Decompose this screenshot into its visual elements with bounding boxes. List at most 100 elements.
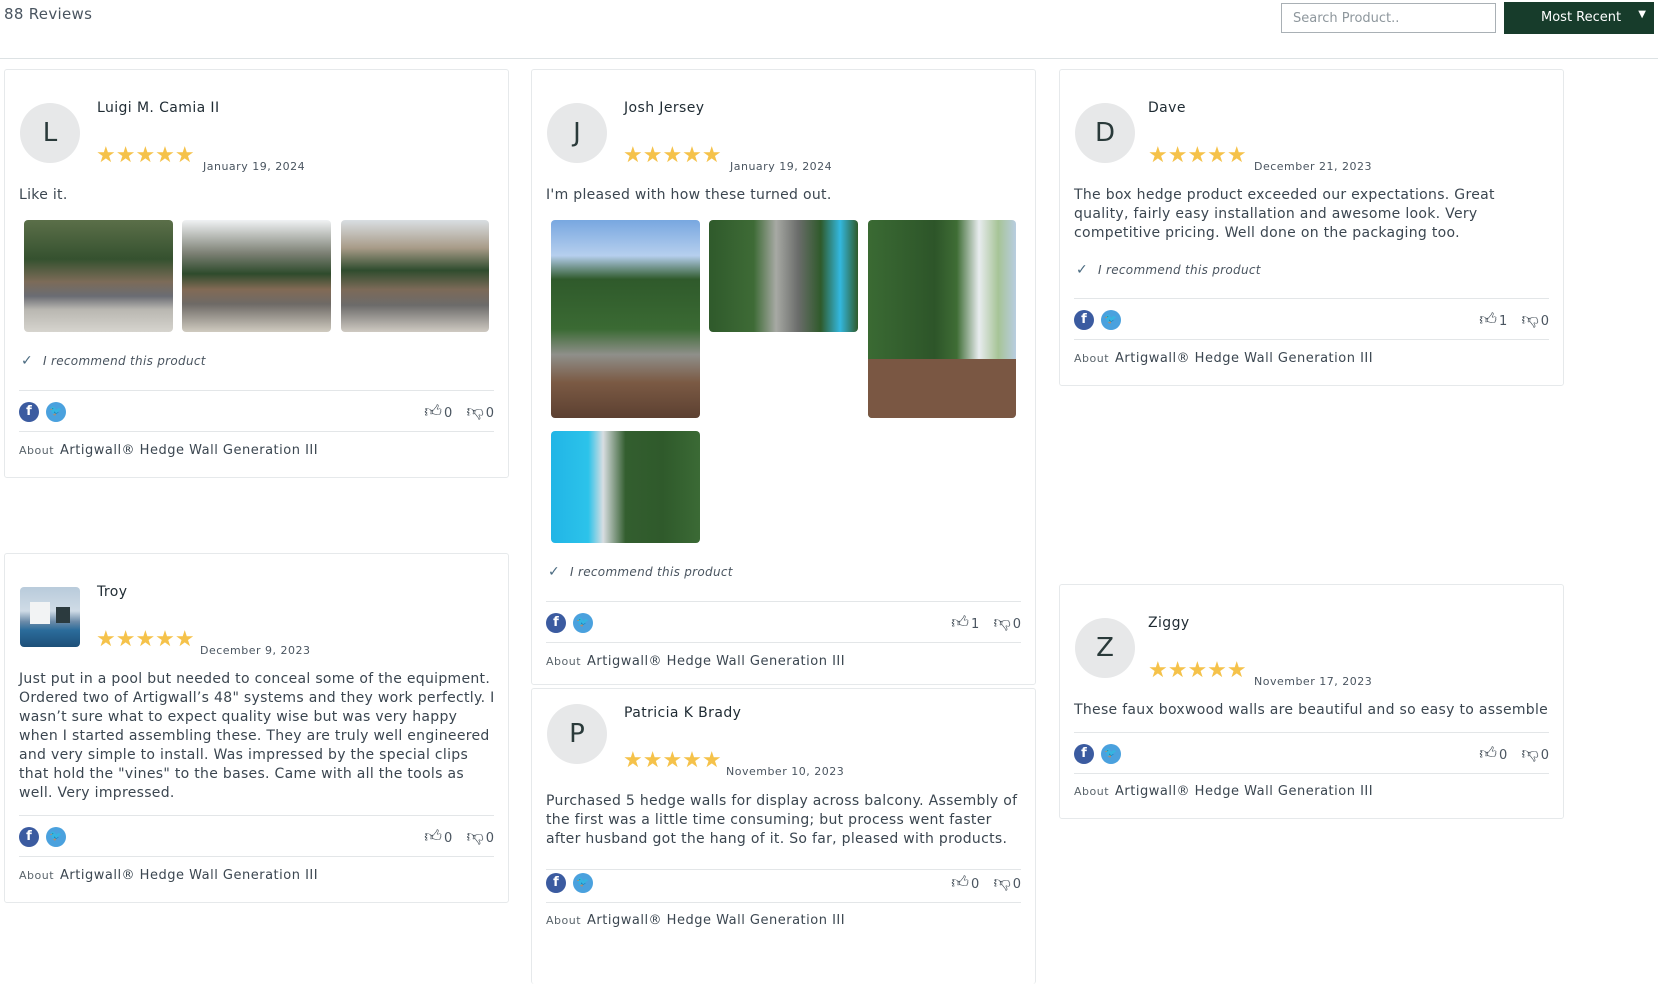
twitter-icon[interactable]: 🐦 xyxy=(46,402,66,422)
reviews-header: 88 Reviews Most Recent ▼ xyxy=(0,0,1658,59)
review-text: Just put in a pool but needed to conceal… xyxy=(19,671,495,801)
thumbs-up-button[interactable]: 👍︎ 0 xyxy=(424,401,452,422)
divider xyxy=(19,431,494,432)
check-icon: ✓ xyxy=(21,353,34,369)
vote-buttons: 👍︎ 0 👎︎ 0 xyxy=(424,401,494,422)
divider xyxy=(19,815,494,816)
avatar xyxy=(20,587,80,647)
review-card: J Josh Jersey ★★★★★ January 19, 2024 I'm… xyxy=(531,69,1036,685)
star-rating: ★★★★★ xyxy=(1148,143,1247,168)
recommend-note: ✓ I recommend this product xyxy=(548,564,733,580)
thumbs-down-button[interactable]: 👎︎ 0 xyxy=(993,612,1021,633)
reviewer-name: Patricia K Brady xyxy=(624,705,742,721)
thumbs-up-button[interactable]: 👍︎ 1 xyxy=(951,612,979,633)
review-text: Purchased 5 hedge walls for display acro… xyxy=(546,793,1018,847)
review-text: The box hedge product exceeded our expec… xyxy=(1074,187,1495,241)
divider xyxy=(546,902,1021,903)
review-photo[interactable] xyxy=(709,220,858,332)
review-photo[interactable] xyxy=(551,220,700,418)
review-text: These faux boxwood walls are beautiful a… xyxy=(1074,702,1549,718)
review-card: Z Ziggy ★★★★★ November 17, 2023 These fa… xyxy=(1059,584,1564,819)
facebook-icon[interactable]: f xyxy=(546,613,566,633)
thumbs-down-button[interactable]: 👎︎ 0 xyxy=(1521,309,1549,330)
review-card: Troy ★★★★★ December 9, 2023 Just put in … xyxy=(4,553,509,903)
thumbs-down-button[interactable]: 👎︎ 0 xyxy=(466,401,494,422)
star-rating: ★★★★★ xyxy=(623,748,722,773)
divider xyxy=(19,390,494,391)
review-card: D Dave ★★★★★ December 21, 2023 The box h… xyxy=(1059,69,1564,386)
thumbs-down-button[interactable]: 👎︎ 0 xyxy=(1521,743,1549,764)
thumbs-down-button[interactable]: 👎︎ 0 xyxy=(993,872,1021,893)
facebook-icon[interactable]: f xyxy=(546,873,566,893)
product-link[interactable]: About Artigwall® Hedge Wall Generation II… xyxy=(1074,784,1373,799)
share-links: f 🐦 xyxy=(19,402,79,422)
thumbs-up-icon: 👍︎ xyxy=(951,873,970,893)
twitter-icon[interactable]: 🐦 xyxy=(573,873,593,893)
facebook-icon[interactable]: f xyxy=(19,827,39,847)
facebook-icon[interactable]: f xyxy=(1074,744,1094,764)
review-date: November 17, 2023 xyxy=(1254,675,1373,688)
sort-dropdown[interactable]: Most Recent ▼ xyxy=(1504,2,1654,34)
vote-buttons: 👍︎ 1 👎︎ 0 xyxy=(1479,309,1549,330)
share-links: f 🐦 xyxy=(19,827,79,847)
thumbs-down-icon: 👎︎ xyxy=(466,827,484,847)
thumbs-up-icon: 👍︎ xyxy=(424,402,443,422)
star-rating: ★★★★★ xyxy=(1148,658,1247,683)
divider xyxy=(1074,732,1549,733)
review-count: 88 Reviews xyxy=(4,5,93,23)
thumbs-up-icon: 👍︎ xyxy=(951,613,970,633)
chevron-down-icon: ▼ xyxy=(1638,9,1646,20)
review-photo[interactable] xyxy=(24,220,173,332)
star-rating: ★★★★★ xyxy=(96,143,195,168)
star-rating: ★★★★★ xyxy=(96,627,195,652)
divider xyxy=(1074,773,1549,774)
product-link[interactable]: About Artigwall® Hedge Wall Generation II… xyxy=(1074,351,1373,366)
thumbs-up-icon: 👍︎ xyxy=(424,827,443,847)
check-icon: ✓ xyxy=(1076,262,1089,278)
thumbs-down-icon: 👎︎ xyxy=(993,613,1011,633)
avatar: P xyxy=(547,704,607,764)
sort-label: Most Recent xyxy=(1541,10,1622,25)
divider xyxy=(19,856,494,857)
review-text: Like it. xyxy=(19,187,68,203)
review-date: January 19, 2024 xyxy=(203,160,306,173)
avatar: J xyxy=(547,103,607,163)
review-date: December 21, 2023 xyxy=(1254,160,1373,173)
thumbs-up-button[interactable]: 👍︎ 0 xyxy=(951,872,979,893)
thumbs-up-icon: 👍︎ xyxy=(1479,744,1498,764)
reviewer-name: Dave xyxy=(1148,100,1186,116)
thumbs-up-button[interactable]: 👍︎ 0 xyxy=(1479,743,1507,764)
divider xyxy=(546,642,1021,643)
review-photo[interactable] xyxy=(341,220,489,332)
twitter-icon[interactable]: 🐦 xyxy=(573,613,593,633)
share-links: f 🐦 xyxy=(546,613,606,633)
review-card: L Luigi M. Camia II ★★★★★ January 19, 20… xyxy=(4,69,509,478)
product-link[interactable]: About Artigwall® Hedge Wall Generation II… xyxy=(546,913,845,928)
facebook-icon[interactable]: f xyxy=(1074,310,1094,330)
review-text: I'm pleased with how these turned out. xyxy=(546,187,832,203)
divider xyxy=(546,601,1021,602)
product-link[interactable]: About Artigwall® Hedge Wall Generation II… xyxy=(19,443,318,458)
product-link[interactable]: About Artigwall® Hedge Wall Generation II… xyxy=(546,654,845,669)
star-rating: ★★★★★ xyxy=(623,143,722,168)
thumbs-down-button[interactable]: 👎︎ 0 xyxy=(466,826,494,847)
review-photo[interactable] xyxy=(868,220,1016,418)
review-photo[interactable] xyxy=(182,220,331,332)
thumbs-up-button[interactable]: 👍︎ 0 xyxy=(424,826,452,847)
facebook-icon[interactable]: f xyxy=(19,402,39,422)
reviewer-name: Troy xyxy=(97,584,128,600)
twitter-icon[interactable]: 🐦 xyxy=(1101,310,1121,330)
divider xyxy=(1074,298,1549,299)
vote-buttons: 👍︎ 0 👎︎ 0 xyxy=(1479,743,1549,764)
recommend-note: ✓ I recommend this product xyxy=(21,353,206,369)
vote-buttons: 👍︎ 0 👎︎ 0 xyxy=(424,826,494,847)
twitter-icon[interactable]: 🐦 xyxy=(1101,744,1121,764)
thumbs-up-icon: 👍︎ xyxy=(1479,310,1498,330)
review-photo[interactable] xyxy=(551,431,700,543)
twitter-icon[interactable]: 🐦 xyxy=(46,827,66,847)
reviewer-name: Luigi M. Camia II xyxy=(97,100,220,116)
search-product-input[interactable] xyxy=(1281,3,1496,33)
thumbs-up-button[interactable]: 👍︎ 1 xyxy=(1479,309,1507,330)
divider xyxy=(546,869,1021,870)
product-link[interactable]: About Artigwall® Hedge Wall Generation II… xyxy=(19,868,318,883)
